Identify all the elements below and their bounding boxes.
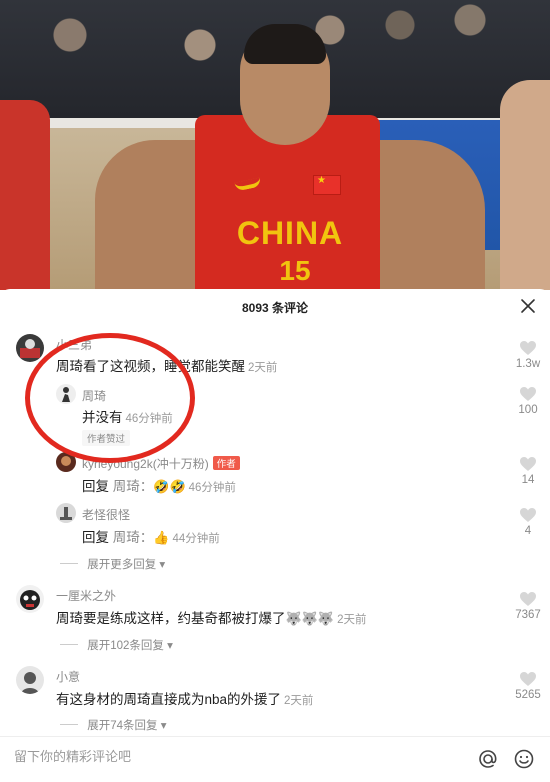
right-player [500,80,550,290]
close-icon[interactable] [519,297,537,315]
reply-prefix: 回复 [82,479,109,494]
author-liked-tag: 作者赞过 [82,430,131,446]
like-count: 100 [518,404,538,416]
avatar[interactable] [16,334,44,362]
like-button[interactable]: 100 [506,386,550,416]
emoji-icon[interactable] [513,748,535,770]
heart-icon [520,592,536,606]
jersey-number: 15 [279,255,311,286]
reply-time: 44分钟前 [172,533,220,545]
reply-time: 46分钟前 [125,413,173,425]
comment-author[interactable]: 小三弟 [56,336,92,353]
comment-author[interactable]: 一厘米之外 [56,587,116,604]
reply-text: 回复 周琦：👍 44分钟前 [82,526,220,546]
heart-icon [520,387,536,401]
like-count: 7367 [515,609,541,621]
comment-text: 周琦看了这视频，睡觉都能笑醒 2天前 [56,355,277,375]
reply-time: 46分钟前 [188,482,236,494]
comment-time: 2天前 [284,695,314,707]
like-count: 5265 [515,689,541,701]
like-button[interactable]: 7367 [506,591,550,621]
reply-author[interactable]: 周琦 [82,387,106,404]
expand-label: 展开74条回复 [87,720,158,732]
comment-count-title: 8093 条评论 [241,301,309,315]
reply-author-name: kyrieyoung2k(冲十万粉) [82,457,209,471]
like-button[interactable]: 5265 [506,671,550,701]
comment-author[interactable]: 小意 [56,668,80,685]
heart-icon [520,457,536,471]
comment-input-bar [0,736,550,782]
reply-body: 并没有 [82,410,123,425]
heart-icon [520,672,536,686]
reply-author[interactable]: 老怪很怪 [82,506,130,523]
comment-text: 周琦要是练成这样，约基奇都被打爆了🐺🐺🐺 2天前 [56,607,366,627]
like-count: 14 [521,474,535,486]
reply-target[interactable]: 周琦： [113,479,154,494]
wolf-emoji: 🐺🐺🐺 [285,611,335,626]
chevron-down-icon: ▾ [159,559,166,571]
player-hair [244,24,326,64]
video-frame[interactable]: CHINA 15 [0,0,550,290]
expand-replies-button[interactable]: 展开74条回复 ▾ [60,717,166,733]
at-icon[interactable] [477,748,499,770]
reply-prefix: 回复 [82,530,109,545]
left-player [0,100,50,290]
comment-input[interactable] [14,749,434,764]
avatar[interactable] [56,503,76,523]
comment-body: 有这身材的周琦直接成为nba的外援了 [56,692,282,707]
author-badge: 作者 [212,456,240,470]
comment-time: 2天前 [337,614,367,626]
reply-text: 回复 周琦：🤣🤣 46分钟前 [82,475,236,495]
like-button[interactable]: 1.3w [506,340,550,370]
avatar[interactable] [56,452,76,472]
like-button[interactable]: 4 [506,507,550,537]
laughing-emoji: 🤣🤣 [153,479,186,494]
expand-replies-button[interactable]: 展开102条回复 ▾ [60,637,173,653]
avatar[interactable] [16,585,44,613]
reply-author[interactable]: kyrieyoung2k(冲十万粉) 作者 [82,455,240,472]
china-flag-icon [313,175,341,195]
like-count: 4 [524,525,532,537]
reply-target[interactable]: 周琦： [113,530,154,545]
like-button[interactable]: 14 [506,456,550,486]
expand-label: 展开更多回复 [87,559,157,571]
comment-text: 有这身材的周琦直接成为nba的外援了 2天前 [56,688,313,708]
chevron-down-icon: ▾ [160,720,167,732]
expand-replies-button[interactable]: 展开更多回复 ▾ [60,556,165,572]
heart-icon [520,508,536,522]
like-count: 1.3w [515,358,541,370]
comment-body: 周琦要是练成这样，约基奇都被打爆了 [56,611,286,626]
reply-text: 并没有 46分钟前 [82,406,173,426]
expand-label: 展开102条回复 [87,640,164,652]
chevron-down-icon: ▾ [167,640,173,652]
avatar[interactable] [16,666,44,694]
avatar[interactable] [56,384,76,404]
thumbs-up-emoji: 👍 [153,530,170,545]
heart-icon [520,341,536,355]
comment-body: 周琦看了这视频，睡觉都能笑醒 [56,359,245,374]
comment-time: 2天前 [248,362,278,374]
jersey-text: CHINA [236,215,344,251]
